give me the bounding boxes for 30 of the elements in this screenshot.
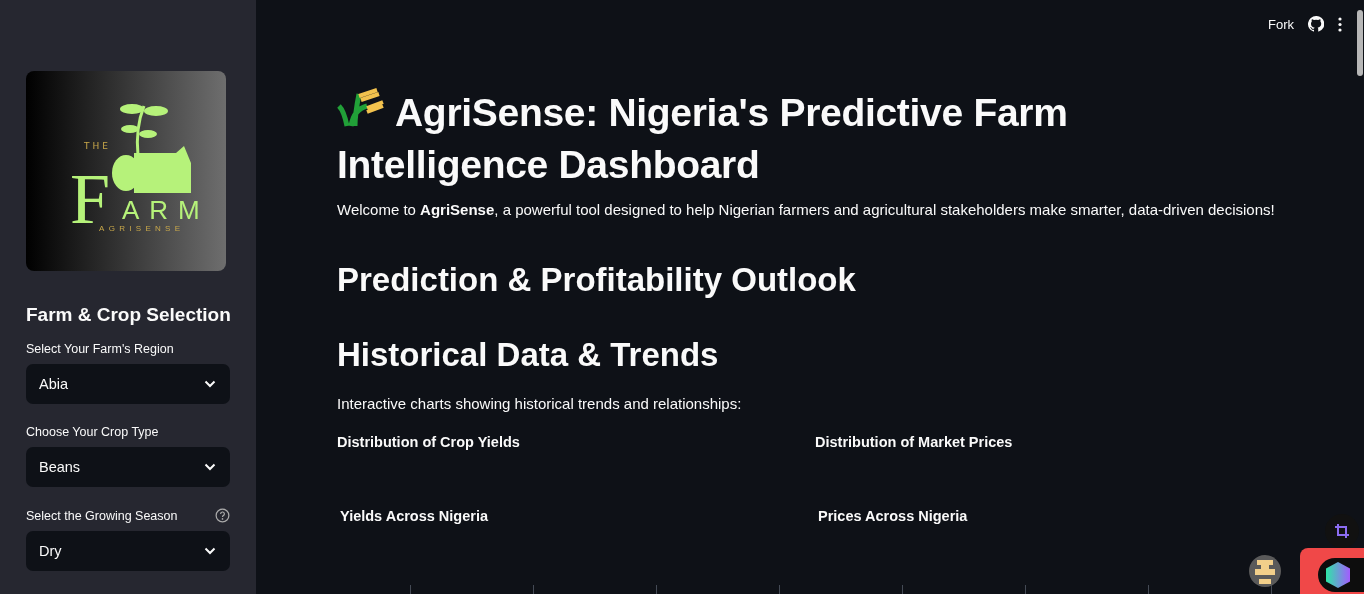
github-icon[interactable] — [1308, 16, 1324, 32]
page-title: AgriSense: Nigeria's Predictive Farm Intelligence Dashboard — [337, 86, 1137, 191]
logo-word: ARM — [122, 195, 210, 225]
select-dropdown[interactable]: Abia — [26, 364, 230, 404]
section-heading: Prediction & Profitability Outlook — [337, 260, 857, 300]
sidebar-heading: Farm & Crop Selection — [26, 304, 230, 326]
chevron-down-icon — [204, 547, 216, 555]
fork-link[interactable]: Fork — [1268, 16, 1294, 32]
chevron-down-icon — [204, 463, 216, 471]
chart-title: Distribution of Crop Yields — [337, 434, 521, 450]
section-heading: Historical Data & Trends — [337, 335, 720, 375]
logo-tagline: AGRISENSE — [99, 224, 185, 233]
section-text: Interactive charts showing historical trends and relationships: — [337, 395, 743, 412]
logo-text: THE — [84, 141, 111, 151]
field-label: Select Your Farm's Region — [26, 342, 174, 356]
map-title: Yields Across Nigeria — [340, 508, 490, 524]
intro-text: Welcome to AgriSense, a powerful tool designed to help Nigerian farmers and agricultural stakeholders make smarter, data-driven decisions! — [337, 201, 1276, 218]
more-menu-icon[interactable] — [1338, 16, 1342, 32]
avatar-icon[interactable] — [1249, 555, 1281, 587]
crop-button[interactable] — [1325, 514, 1359, 548]
help-icon[interactable] — [215, 508, 230, 523]
map-title: Prices Across Nigeria — [818, 508, 969, 524]
field-label: Select the Growing Season — [26, 508, 178, 523]
select-dropdown[interactable]: Dry — [26, 531, 230, 571]
chevron-down-icon — [204, 380, 216, 388]
field-label: Choose Your Crop Type — [26, 425, 159, 439]
hexagon-icon — [1326, 562, 1350, 588]
select-dropdown[interactable]: Beans — [26, 447, 230, 487]
crop-icon — [1335, 524, 1349, 538]
chart-title: Distribution of Market Prices — [815, 434, 1014, 450]
